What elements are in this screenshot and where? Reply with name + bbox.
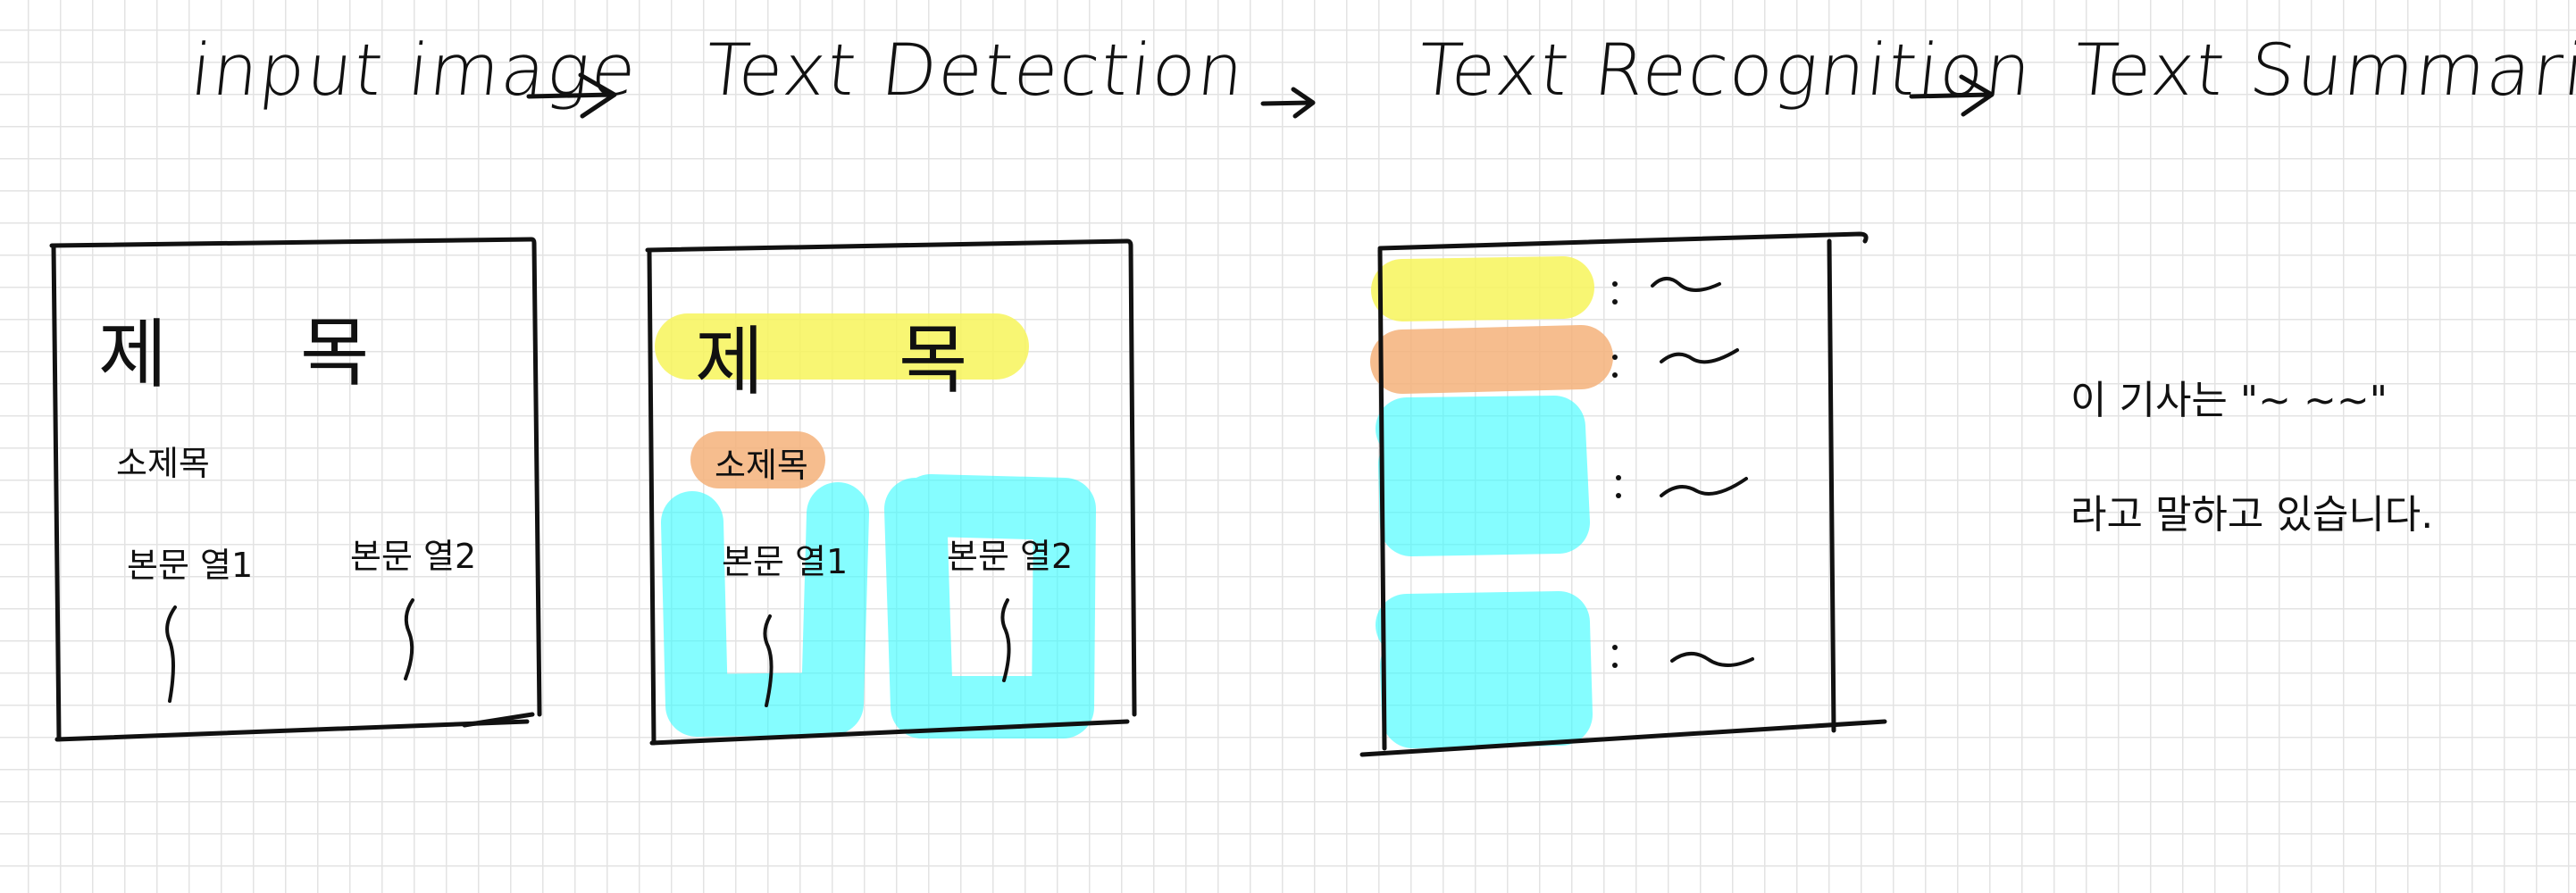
block2-highlight [1376,591,1593,748]
input-subtitle: 소제목 [116,444,210,483]
tilde-line-icon [1651,277,1721,292]
line1-highlight [1371,256,1594,321]
summary-line2: 라고 말하고 있습니다. [2070,492,2434,538]
line2-highlight [1370,325,1613,394]
pipeline-diagram [49,72,1995,757]
block1-highlight [1376,396,1590,556]
input-col1-label: 본문 열1 [127,546,254,585]
detection-col2-label: 본문 열2 [947,537,1074,576]
stage-input-image: input image [187,29,642,112]
stage-text-summarization: Text Summarization [2070,29,2576,112]
recognition-highlights [1370,256,1613,748]
detection-title-left: 제 [695,318,765,405]
arrow-detection-to-recognition [1260,87,1316,119]
recognition-tilde-lines [1651,277,1754,667]
tilde-line-icon [1660,348,1739,364]
detection-col1-label: 본문 열1 [722,542,849,581]
detection-subtitle: 소제목 [715,446,808,485]
input-body-squiggles [165,598,414,703]
recognition-colons [1612,281,1621,668]
stage-text-detection: Text Detection [701,29,1250,112]
tilde-line-icon [1660,477,1748,497]
input-title-right: 목 [300,309,370,396]
summary-line1: 이 기사는 "~ ~~" [2070,378,2388,423]
input-col2-label: 본문 열2 [350,537,477,576]
stage-text-recognition: Text Recognition [1414,29,2037,112]
detection-title-right: 목 [899,316,968,404]
input-title-left: 제 [98,311,168,398]
tilde-line-icon [1670,652,1754,667]
